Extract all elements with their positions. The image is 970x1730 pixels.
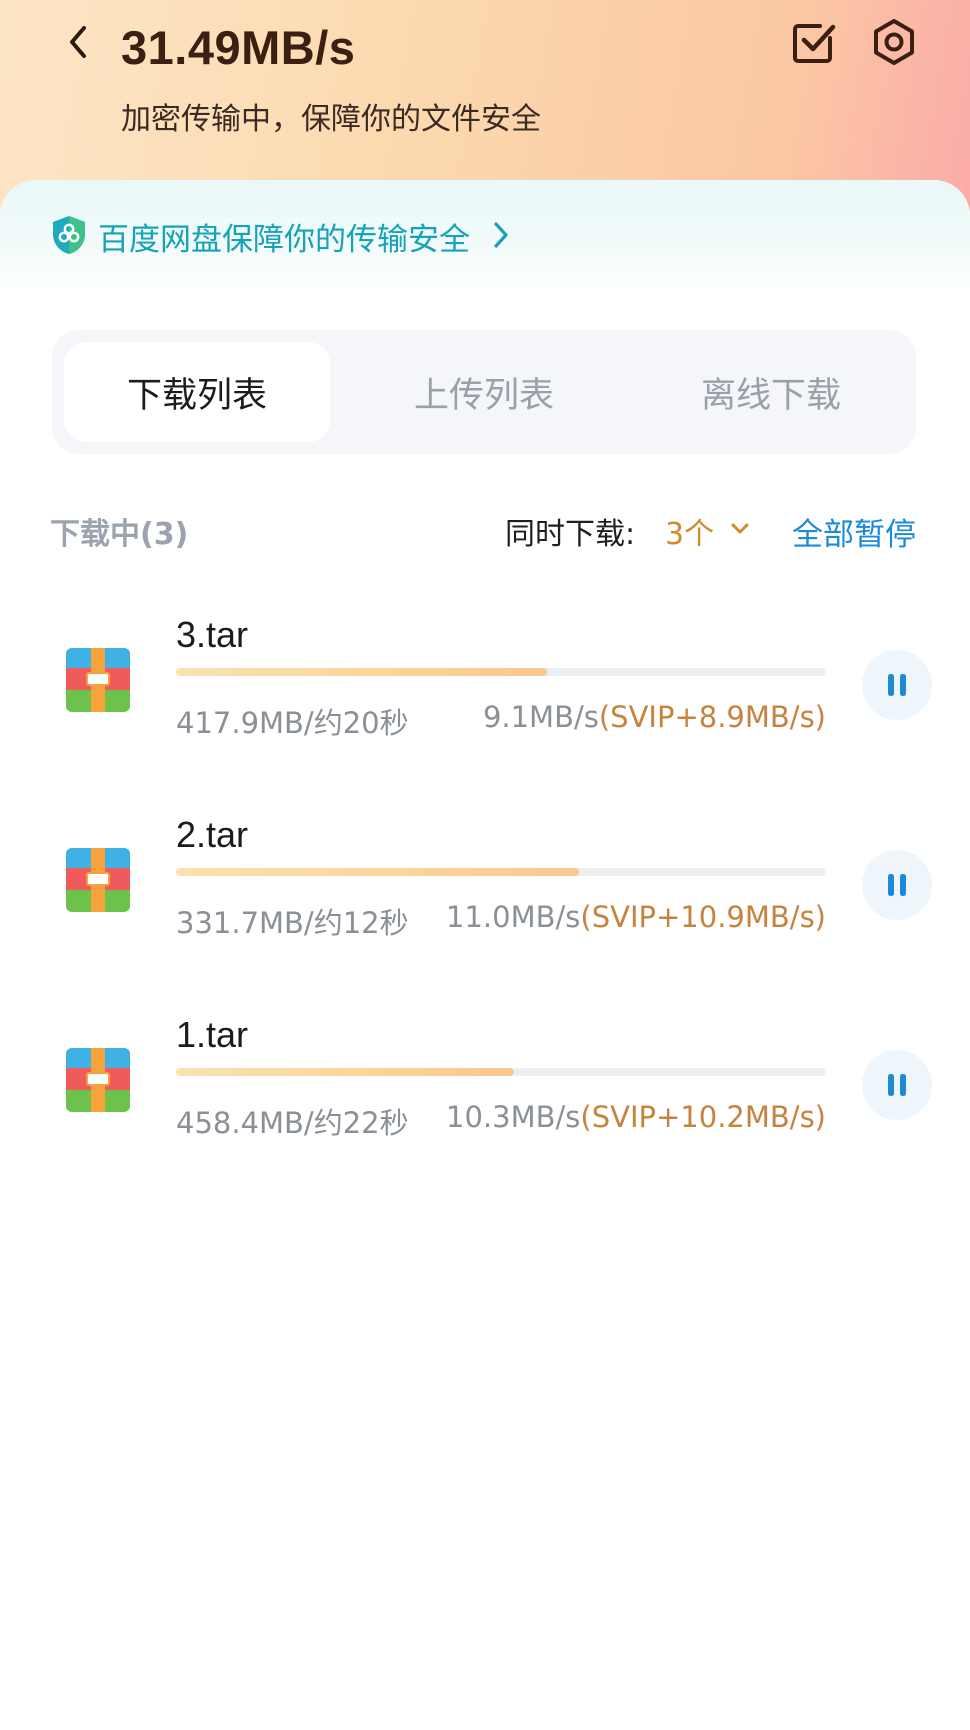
svip-boost: (SVIP+10.9MB/s) [580,900,826,934]
chevron-down-icon[interactable] [728,519,752,539]
download-item[interactable]: 3.tar 417.9MB/约20秒 9.1MB/s(SVIP+8.9MB/s) [0,610,970,760]
rate-info: 9.1MB/s(SVIP+8.9MB/s) [483,700,826,734]
pause-icon [888,674,906,696]
pause-button[interactable] [862,850,932,920]
content-sheet: 百度网盘保障你的传输安全 下载列表 上传列表 离线下载 下载中(3) 同时下载:… [0,180,970,1730]
concurrent-downloads-label: 同时下载: [505,517,636,552]
download-rate: 9.1MB/s [482,700,599,734]
chevron-right-icon [494,222,508,248]
pause-all-button[interactable]: 全部暂停 [792,509,916,554]
back-button[interactable] [58,22,98,62]
svip-boost: (SVIP+8.9MB/s) [598,700,826,734]
file-name: 1.tar [176,1014,249,1055]
download-item[interactable]: 1.tar 458.4MB/约22秒 10.3MB/s(SVIP+10.2MB/… [0,1010,970,1160]
concurrent-downloads-select[interactable]: 3个 [665,509,714,553]
checkbox-icon [793,24,836,63]
progress-bar [176,1068,826,1076]
settings-icon [874,19,914,65]
settings-button[interactable] [866,14,922,70]
transfer-tabs: 下载列表 上传列表 离线下载 [52,330,916,454]
file-name: 2.tar [176,814,249,855]
svip-boost: (SVIP+10.2MB/s) [580,1100,826,1134]
progress-fill [176,668,547,676]
rate-info: 11.0MB/s(SVIP+10.9MB/s) [446,900,826,934]
security-banner[interactable]: 百度网盘保障你的传输安全 [0,180,970,292]
download-meta: 331.7MB/约12秒 11.0MB/s(SVIP+10.9MB/s) [176,900,826,940]
select-button[interactable] [786,14,842,70]
tab-upload-list[interactable]: 上传列表 [351,342,617,442]
pause-button[interactable] [862,650,932,720]
download-section-header: 下载中(3) 同时下载: 3个 全部暂停 [0,505,970,555]
download-rate: 11.0MB/s [446,900,581,934]
archive-file-icon [66,848,130,912]
rate-info: 10.3MB/s(SVIP+10.2MB/s) [446,1100,826,1134]
file-name: 3.tar [176,614,249,655]
archive-file-icon [66,648,130,712]
transfer-speed: 31.49MB/s [121,21,356,74]
progress-fill [176,1068,514,1076]
tab-offline-download[interactable]: 离线下载 [638,342,904,442]
archive-file-icon [66,1048,130,1112]
pause-icon [888,874,906,896]
encryption-subtitle: 加密传输中，保障你的文件安全 [121,102,541,137]
pause-button[interactable] [862,1050,932,1120]
security-banner-text: 百度网盘保障你的传输安全 [98,222,470,258]
download-rate: 10.3MB/s [446,1100,581,1134]
progress-fill [176,868,579,876]
progress-bar [176,868,826,876]
size-eta: 417.9MB/约20秒 [176,706,409,740]
tab-download-list[interactable]: 下载列表 [64,342,330,442]
size-eta: 458.4MB/约22秒 [176,1106,409,1140]
download-meta: 417.9MB/约20秒 9.1MB/s(SVIP+8.9MB/s) [176,700,826,740]
download-item[interactable]: 2.tar 331.7MB/约12秒 11.0MB/s(SVIP+10.9MB/… [0,810,970,960]
size-eta: 331.7MB/约12秒 [176,906,409,940]
shield-icon [53,216,85,254]
pause-icon [888,1074,906,1096]
downloading-count: 下载中(3) [50,517,189,552]
download-meta: 458.4MB/约22秒 10.3MB/s(SVIP+10.2MB/s) [176,1100,826,1140]
progress-bar [176,668,826,676]
back-arrow-icon [70,26,86,58]
